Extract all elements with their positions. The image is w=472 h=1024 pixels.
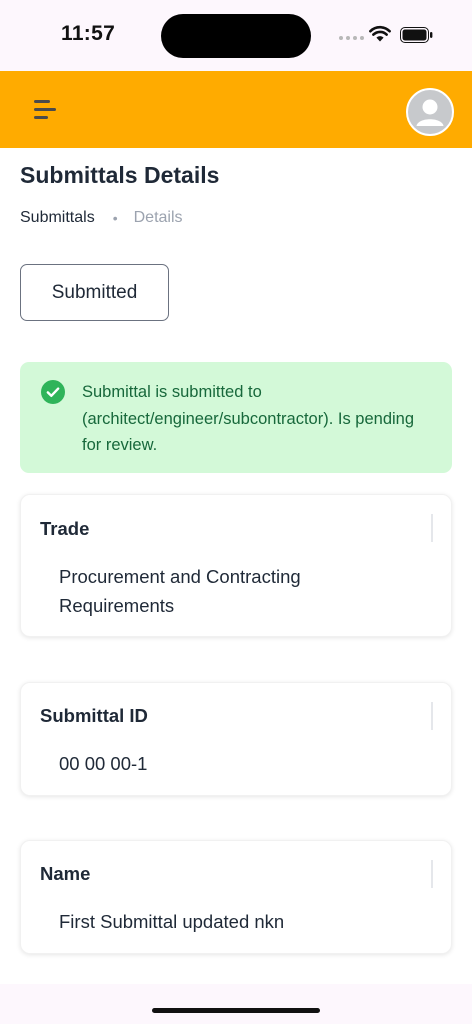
page-title: Submittals Details — [20, 162, 220, 188]
submittal-id-card: Submittal ID 00 00 00-1 — [20, 682, 452, 796]
menu-icon[interactable] — [30, 98, 56, 122]
home-indicator[interactable] — [152, 1008, 320, 1013]
name-card: Name First Submittal updated nkn — [20, 840, 452, 954]
name-label: Name — [40, 863, 91, 884]
submittal-id-value: 00 00 00-1 — [59, 753, 148, 774]
wifi-icon — [369, 26, 391, 42]
trade-value: Procurement and Contracting Requirements — [59, 566, 301, 616]
home-indicator-area — [0, 984, 472, 1024]
breadcrumb-separator: • — [112, 210, 118, 226]
trade-label: Trade — [40, 518, 90, 539]
user-avatar-icon[interactable] — [406, 88, 454, 136]
breadcrumb-submittals-link[interactable]: Submittals — [20, 209, 95, 227]
status-submitted-button[interactable]: Submitted — [20, 264, 169, 321]
card-divider — [431, 514, 433, 542]
submittal-id-label: Submittal ID — [40, 705, 148, 726]
trade-card: Trade Procurement and Contracting Requir… — [20, 494, 452, 637]
user-silhouette-icon — [416, 99, 444, 126]
status-alert: Submittal is submitted to (architect/eng… — [20, 362, 452, 473]
cellular-signal-icon — [339, 36, 364, 40]
check-circle-icon — [41, 380, 65, 404]
battery-icon — [400, 27, 433, 43]
name-value: First Submittal updated nkn — [59, 911, 285, 932]
breadcrumb: Submittals • Details — [20, 209, 183, 227]
card-divider — [431, 860, 433, 888]
dynamic-island — [161, 14, 311, 58]
app-header — [0, 71, 472, 148]
card-divider — [431, 702, 433, 730]
breadcrumb-current: Details — [133, 209, 183, 226]
alert-message: Submittal is submitted to (architect/eng… — [82, 383, 415, 454]
status-time: 11:57 — [61, 22, 116, 45]
